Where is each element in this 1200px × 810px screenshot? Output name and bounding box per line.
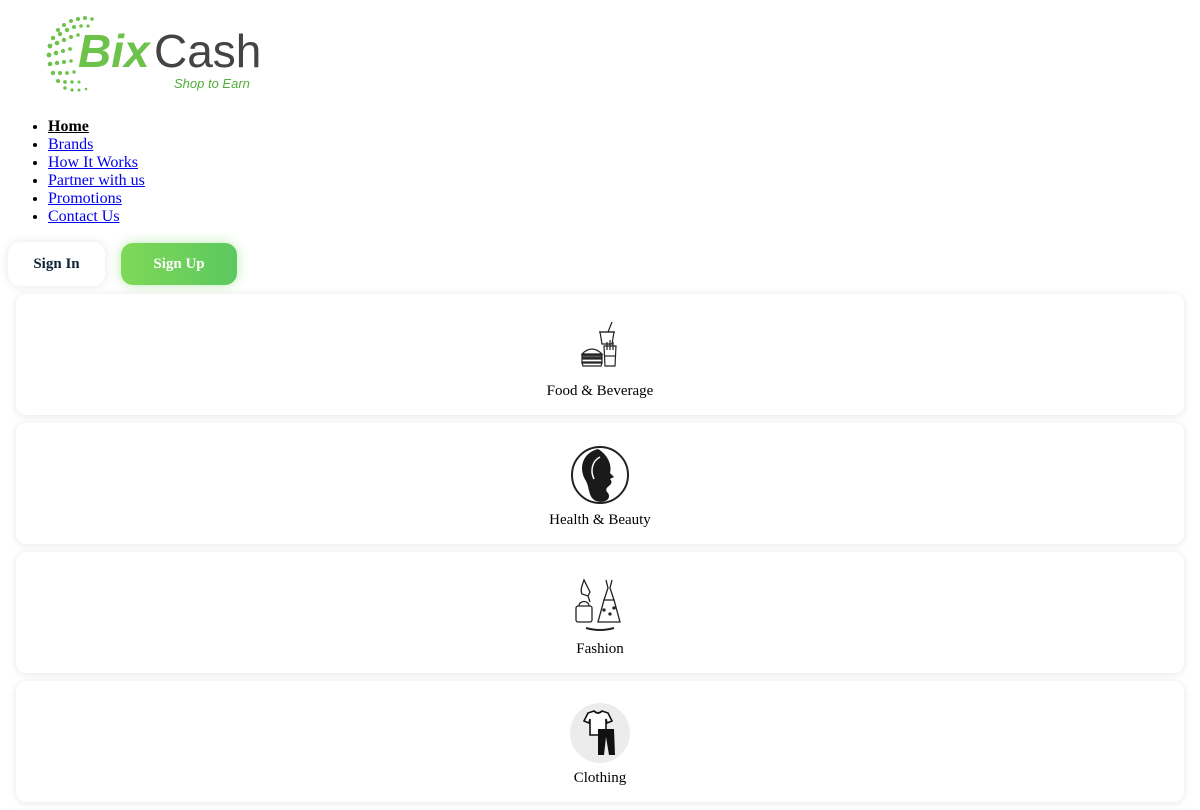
dress-heels-handbag-icon: [568, 572, 632, 636]
woman-profile-icon: [568, 443, 632, 507]
svg-text:Shop to Earn: Shop to Earn: [174, 76, 250, 91]
category-label: Clothing: [573, 770, 627, 786]
category-card-fashion[interactable]: Fashion: [16, 552, 1184, 673]
nav-link-home[interactable]: Home: [48, 118, 89, 135]
nav-item-home: Home: [48, 118, 145, 136]
nav-link-brands[interactable]: Brands: [48, 136, 93, 153]
shirt-pants-icon: [568, 701, 632, 765]
nav-link-partner[interactable]: Partner with us: [48, 172, 145, 189]
nav-link-contact[interactable]: Contact Us: [48, 208, 120, 225]
svg-text:Cash: Cash: [154, 25, 261, 77]
sign-up-button[interactable]: Sign Up: [121, 243, 237, 285]
bixcash-logo[interactable]: Bix Cash Shop to Earn: [44, 12, 274, 96]
nav-item-contact: Contact Us: [48, 208, 145, 226]
nav-item-brands: Brands: [48, 136, 145, 154]
main-nav: Home Brands How It Works Partner with us…: [8, 118, 145, 226]
sign-in-button[interactable]: Sign In: [8, 242, 105, 286]
svg-text:Bix: Bix: [78, 25, 152, 77]
category-card-clothing[interactable]: Clothing: [16, 681, 1184, 802]
food-beverage-icon: [568, 314, 632, 378]
nav-link-how-it-works[interactable]: How It Works: [48, 154, 138, 171]
category-label: Food & Beverage: [546, 383, 654, 399]
category-list: Food & Beverage Health & Beauty Fashion …: [16, 294, 1184, 810]
category-label: Fashion: [576, 641, 624, 657]
category-label: Health & Beauty: [549, 512, 651, 528]
category-card-food-beverage[interactable]: Food & Beverage: [16, 294, 1184, 415]
nav-item-promotions: Promotions: [48, 190, 145, 208]
logo-globe-icon: Bix Cash Shop to Earn: [46, 16, 261, 92]
nav-item-partner: Partner with us: [48, 172, 145, 190]
nav-link-promotions[interactable]: Promotions: [48, 190, 122, 207]
nav-item-how-it-works: How It Works: [48, 154, 145, 172]
category-card-health-beauty[interactable]: Health & Beauty: [16, 423, 1184, 544]
